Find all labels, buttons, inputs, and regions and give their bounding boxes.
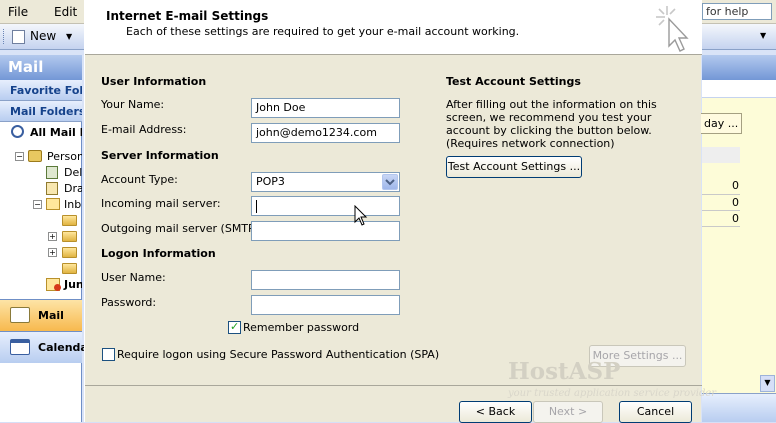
menu-edit[interactable]: Edit bbox=[54, 5, 77, 19]
tree-item-label: Dra bbox=[64, 182, 82, 195]
chevron-down-icon[interactable]: ▼ bbox=[66, 32, 72, 41]
chevron-down-icon[interactable] bbox=[382, 174, 398, 190]
right-toolbar-chevron-icon[interactable]: ▼ bbox=[760, 31, 766, 40]
folder-icon bbox=[62, 215, 77, 226]
nav-button-mail-label: Mail bbox=[38, 309, 64, 322]
nav-button-calendar[interactable]: Calenda bbox=[0, 331, 88, 363]
email-address-field[interactable]: john@demo1234.com bbox=[251, 123, 400, 143]
dialog-body: User Information Your Name: John Doe E-m… bbox=[85, 56, 702, 386]
incoming-server-field[interactable] bbox=[251, 196, 400, 216]
user-name-field[interactable] bbox=[251, 270, 400, 290]
your-name-field[interactable]: John Doe bbox=[251, 98, 400, 118]
tree-item-label: Inb bbox=[64, 198, 82, 211]
tree-item-folder[interactable] bbox=[0, 261, 82, 277]
right-pane-strip bbox=[702, 80, 776, 98]
tree-item-label: Person bbox=[47, 150, 82, 163]
logon-info-heading: Logon Information bbox=[101, 247, 216, 260]
dialog-title: Internet E-mail Settings bbox=[106, 9, 269, 23]
account-type-value: POP3 bbox=[256, 175, 285, 188]
watermark-tagline: your trusted application service provide… bbox=[508, 388, 717, 399]
password-label: Password: bbox=[101, 296, 157, 309]
item-count: 0 bbox=[732, 196, 739, 209]
folder-icon bbox=[62, 231, 77, 242]
text-cursor bbox=[256, 200, 257, 213]
today-button[interactable]: day ... bbox=[699, 113, 742, 134]
right-pane-header bbox=[702, 55, 776, 80]
list-header-band bbox=[702, 147, 740, 163]
collapse-icon[interactable]: − bbox=[33, 200, 42, 209]
toolbar-grip-icon bbox=[3, 29, 6, 44]
checkmark-icon: ✓ bbox=[230, 320, 240, 333]
account-type-label: Account Type: bbox=[101, 173, 178, 186]
account-type-select[interactable]: POP3 bbox=[251, 172, 400, 192]
all-mail-icon bbox=[11, 125, 24, 138]
mail-folders-header[interactable]: Mail Folders bbox=[0, 101, 82, 122]
tree-item-label: Del bbox=[64, 166, 82, 179]
help-search-box[interactable]: for help bbox=[702, 3, 772, 20]
remember-password-checkbox[interactable]: ✓ bbox=[228, 320, 241, 334]
deleted-items-icon bbox=[46, 166, 58, 179]
tree-item-label: Jun bbox=[64, 278, 82, 291]
item-count: 0 bbox=[732, 179, 739, 192]
mouse-pointer-icon bbox=[354, 205, 368, 226]
test-settings-heading: Test Account Settings bbox=[446, 75, 581, 88]
user-name-label: User Name: bbox=[101, 271, 166, 284]
password-field[interactable] bbox=[251, 295, 400, 315]
spa-checkbox[interactable] bbox=[102, 348, 115, 361]
user-info-heading: User Information bbox=[101, 75, 207, 88]
scroll-down-button[interactable]: ▼ bbox=[760, 375, 775, 392]
nav-pane-title: Mail bbox=[0, 55, 82, 80]
nav-button-calendar-label: Calenda bbox=[38, 341, 88, 354]
remember-password-label: Remember password bbox=[243, 321, 360, 334]
item-count: 0 bbox=[732, 212, 739, 225]
todo-area bbox=[702, 98, 776, 393]
tree-item-deleted[interactable]: Del bbox=[0, 165, 82, 181]
new-button[interactable]: New bbox=[30, 29, 56, 43]
tree-item-inbox[interactable]: − Inb bbox=[0, 197, 82, 213]
list-divider bbox=[702, 226, 740, 227]
list-divider bbox=[702, 194, 740, 195]
spa-label: Require logon using Secure Password Auth… bbox=[117, 348, 440, 361]
inbox-icon bbox=[46, 198, 60, 210]
tree-item-drafts[interactable]: Dra bbox=[0, 181, 82, 197]
calendar-icon bbox=[10, 339, 30, 355]
menu-file[interactable]: File bbox=[8, 5, 28, 19]
test-account-settings-button[interactable]: Test Account Settings ... bbox=[446, 156, 582, 178]
your-name-label: Your Name: bbox=[101, 98, 165, 111]
tree-item-folder[interactable]: + bbox=[0, 229, 82, 245]
hostasp-watermark: HostASP your trusted application service… bbox=[508, 358, 716, 408]
all-mail-items[interactable]: All Mail Ite bbox=[0, 125, 82, 141]
junk-badge-icon bbox=[54, 284, 61, 291]
folder-icon bbox=[62, 263, 77, 274]
tree-item-folder[interactable] bbox=[0, 213, 82, 229]
personal-folders-icon bbox=[28, 150, 42, 162]
incoming-server-label: Incoming mail server: bbox=[101, 197, 221, 210]
email-address-label: E-mail Address: bbox=[101, 123, 187, 136]
nav-button-mail[interactable]: Mail bbox=[0, 299, 82, 331]
tree-item-folder[interactable]: + bbox=[0, 245, 82, 261]
collapse-icon[interactable]: − bbox=[15, 152, 24, 161]
right-pane bbox=[702, 55, 776, 422]
favorite-folders-header[interactable]: Favorite Fold bbox=[0, 80, 82, 101]
navigation-pane: Mail Favorite Fold Mail Folders All Mail… bbox=[0, 55, 88, 422]
tree-item-personal-folders[interactable]: − Person bbox=[0, 149, 82, 165]
outgoing-server-field[interactable] bbox=[251, 221, 400, 241]
new-icon bbox=[12, 30, 25, 44]
outgoing-server-label: Outgoing mail server (SMTP): bbox=[101, 222, 263, 235]
wizard-cursor-icon bbox=[656, 6, 689, 52]
mail-icon bbox=[10, 307, 30, 323]
server-info-heading: Server Information bbox=[101, 149, 219, 162]
list-divider bbox=[702, 210, 740, 211]
all-mail-label: All Mail Ite bbox=[30, 126, 82, 139]
dialog-subtitle: Each of these settings are required to g… bbox=[126, 25, 520, 38]
watermark-title: HostASP bbox=[508, 358, 621, 385]
test-settings-description: After filling out the information on thi… bbox=[446, 98, 657, 150]
dialog-header: Internet E-mail Settings Each of these s… bbox=[85, 0, 702, 55]
expand-icon[interactable]: + bbox=[48, 248, 57, 257]
expand-icon[interactable]: + bbox=[48, 232, 57, 241]
drafts-icon bbox=[46, 182, 58, 195]
folder-icon bbox=[62, 247, 77, 258]
tree-item-junk[interactable]: Jun bbox=[0, 277, 82, 293]
